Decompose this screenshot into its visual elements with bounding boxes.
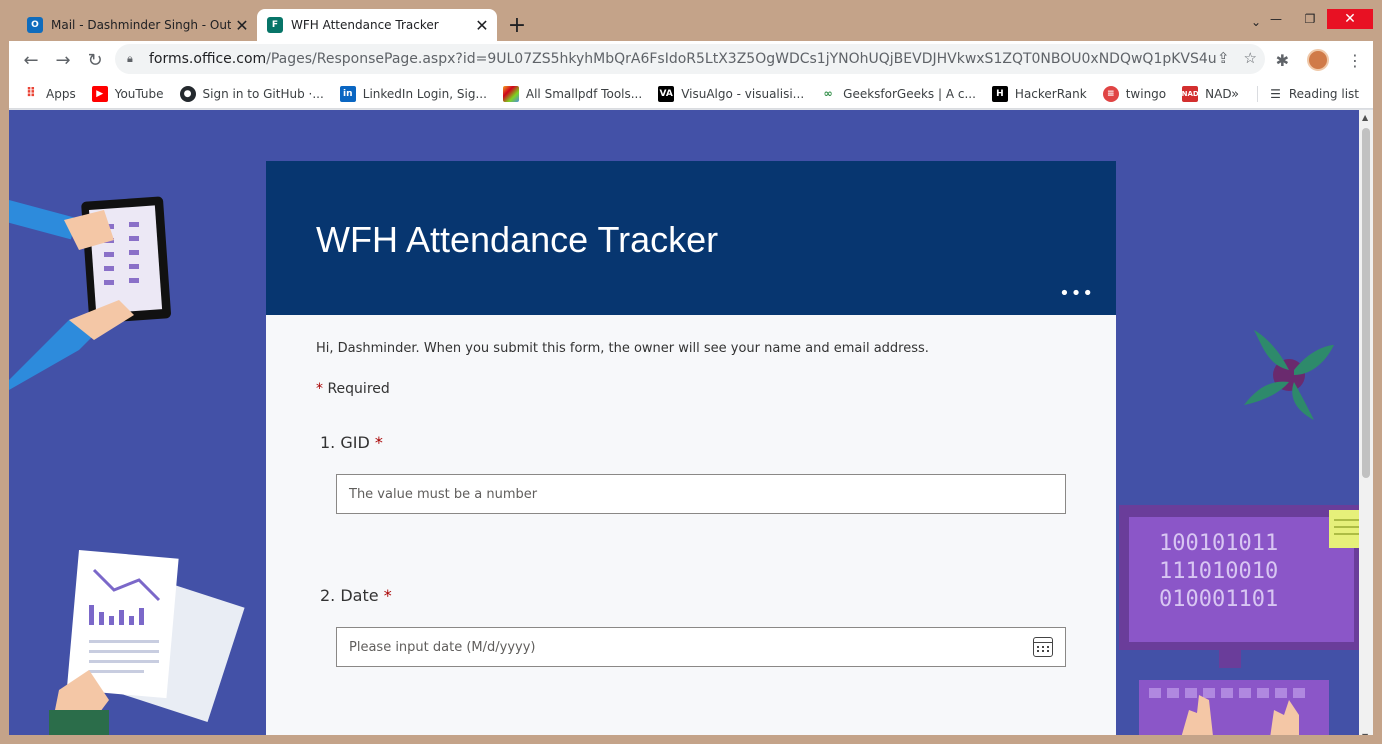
new-tab-button[interactable]: + xyxy=(505,13,529,38)
tab-title: WFH Attendance Tracker xyxy=(291,18,439,32)
reading-list-icon: ☰ xyxy=(1270,87,1281,101)
toolbar: ← → ↻ 🔒︎ forms.office.com/Pages/Response… xyxy=(9,41,1373,79)
geeksforgeeks-icon: ∞ xyxy=(823,87,833,100)
greeting-text: Hi, Dashminder. When you submit this for… xyxy=(316,341,929,356)
bookmark-visualgo[interactable]: VA VisuAlgo - visualisi... xyxy=(658,85,804,102)
date-input[interactable]: Please input date (M/d/yyyy) xyxy=(336,627,1066,667)
window-controls: — ❐ ✕ xyxy=(1259,9,1373,41)
menu-icon[interactable]: ⋮ xyxy=(1347,51,1363,70)
close-tab-icon[interactable]: ✕ xyxy=(231,14,253,36)
lock-icon: 🔒︎ xyxy=(127,52,133,65)
youtube-icon: ▶ xyxy=(91,85,108,102)
twingo-icon: ≡ xyxy=(1102,85,1119,102)
visualgo-icon: VA xyxy=(658,85,675,102)
scrollbar-thumb[interactable] xyxy=(1362,128,1370,478)
profile-avatar[interactable] xyxy=(1307,49,1329,71)
more-bookmarks-icon[interactable]: » xyxy=(1231,87,1239,102)
minimize-button[interactable]: — xyxy=(1259,9,1293,29)
reload-icon[interactable]: ↻ xyxy=(83,48,107,72)
gid-input[interactable]: The value must be a number xyxy=(336,474,1066,514)
form-header: WFH Attendance Tracker ••• xyxy=(266,161,1116,315)
close-window-button[interactable]: ✕ xyxy=(1327,9,1373,29)
svg-text:111010010: 111010010 xyxy=(1159,559,1278,584)
bookmark-star-icon[interactable]: ☆ xyxy=(1244,49,1257,67)
tab-title: Mail - Dashminder Singh - Outlo xyxy=(51,18,231,32)
reading-list-button[interactable]: Reading list xyxy=(1289,87,1359,101)
bookmark-hackerrank[interactable]: H HackerRank xyxy=(991,85,1087,102)
extensions-icon[interactable]: ✱ xyxy=(1276,51,1289,70)
monitor-illustration: 100101011 111010010 010001101 xyxy=(1119,505,1359,744)
bookmark-github[interactable]: ● Sign in to GitHub ·... xyxy=(179,85,324,102)
gid-input-placeholder: The value must be a number xyxy=(349,486,538,502)
page-content: 100101011 111010010 010001101 WFH Attend… xyxy=(9,110,1359,744)
required-star: * xyxy=(383,586,392,605)
bookmark-nad[interactable]: NAD NAD xyxy=(1182,85,1232,102)
page-scrollbar[interactable]: ▲ ▼ xyxy=(1359,110,1373,744)
forward-icon[interactable]: → xyxy=(51,48,75,72)
close-tab-icon[interactable]: ✕ xyxy=(471,14,493,36)
tab-strip: O Mail - Dashminder Singh - Outlo ✕ F WF… xyxy=(9,9,1373,41)
apps-grid-icon: ⠿ xyxy=(25,86,37,101)
forms-icon: F xyxy=(267,17,283,33)
bookmark-youtube[interactable]: ▶ YouTube xyxy=(91,85,164,102)
tab-outlook[interactable]: O Mail - Dashminder Singh - Outlo ✕ xyxy=(17,9,257,41)
calendar-icon[interactable] xyxy=(1033,637,1053,657)
required-star: * xyxy=(374,433,383,452)
taskbar-strip xyxy=(0,735,1382,744)
bookmark-geeksforgeeks[interactable]: ∞ GeeksforGeeks | A c... xyxy=(820,86,976,102)
bookmark-twingo[interactable]: ≡ twingo xyxy=(1102,85,1166,102)
scroll-up-icon[interactable]: ▲ xyxy=(1362,113,1368,122)
required-star: * xyxy=(316,381,323,397)
back-icon[interactable]: ← xyxy=(19,48,43,72)
svg-text:100101011: 100101011 xyxy=(1159,531,1278,556)
linkedin-icon: in xyxy=(339,85,356,102)
share-icon[interactable]: ⇪ xyxy=(1217,49,1230,67)
github-icon: ● xyxy=(179,85,196,102)
bookmark-smallpdf[interactable]: All Smallpdf Tools... xyxy=(502,85,642,102)
date-input-placeholder: Please input date (M/d/yyyy) xyxy=(349,639,536,655)
question-2-label: 2. Date * xyxy=(320,586,392,605)
leaf-illustration xyxy=(1244,330,1334,420)
tablet-illustration xyxy=(9,196,171,390)
question-1-label: 1. GID * xyxy=(320,433,383,452)
form-card: WFH Attendance Tracker ••• Hi, Dashminde… xyxy=(266,161,1116,744)
address-bar[interactable]: 🔒︎ forms.office.com/Pages/ResponsePage.a… xyxy=(115,44,1265,74)
nad-icon: NAD xyxy=(1182,85,1199,102)
tab-forms[interactable]: F WFH Attendance Tracker ✕ xyxy=(257,9,497,41)
form-title: WFH Attendance Tracker xyxy=(316,219,719,260)
svg-text:010001101: 010001101 xyxy=(1159,587,1278,612)
more-options-icon[interactable]: ••• xyxy=(1059,283,1094,304)
restore-button[interactable]: ❐ xyxy=(1293,9,1327,29)
bookmark-linkedin[interactable]: in LinkedIn Login, Sig... xyxy=(339,85,487,102)
bookmark-apps[interactable]: ⠿ Apps xyxy=(23,86,76,102)
bookmarks-bar: ⠿ Apps ▶ YouTube ● Sign in to GitHub ·..… xyxy=(9,79,1373,109)
browser-window: O Mail - Dashminder Singh - Outlo ✕ F WF… xyxy=(9,9,1373,744)
smallpdf-icon xyxy=(502,85,519,102)
required-note: * Required xyxy=(316,381,390,397)
divider xyxy=(1257,86,1259,102)
hackerrank-icon: H xyxy=(991,85,1008,102)
outlook-icon: O xyxy=(27,17,43,33)
url-text: forms.office.com/Pages/ResponsePage.aspx… xyxy=(149,51,1217,67)
